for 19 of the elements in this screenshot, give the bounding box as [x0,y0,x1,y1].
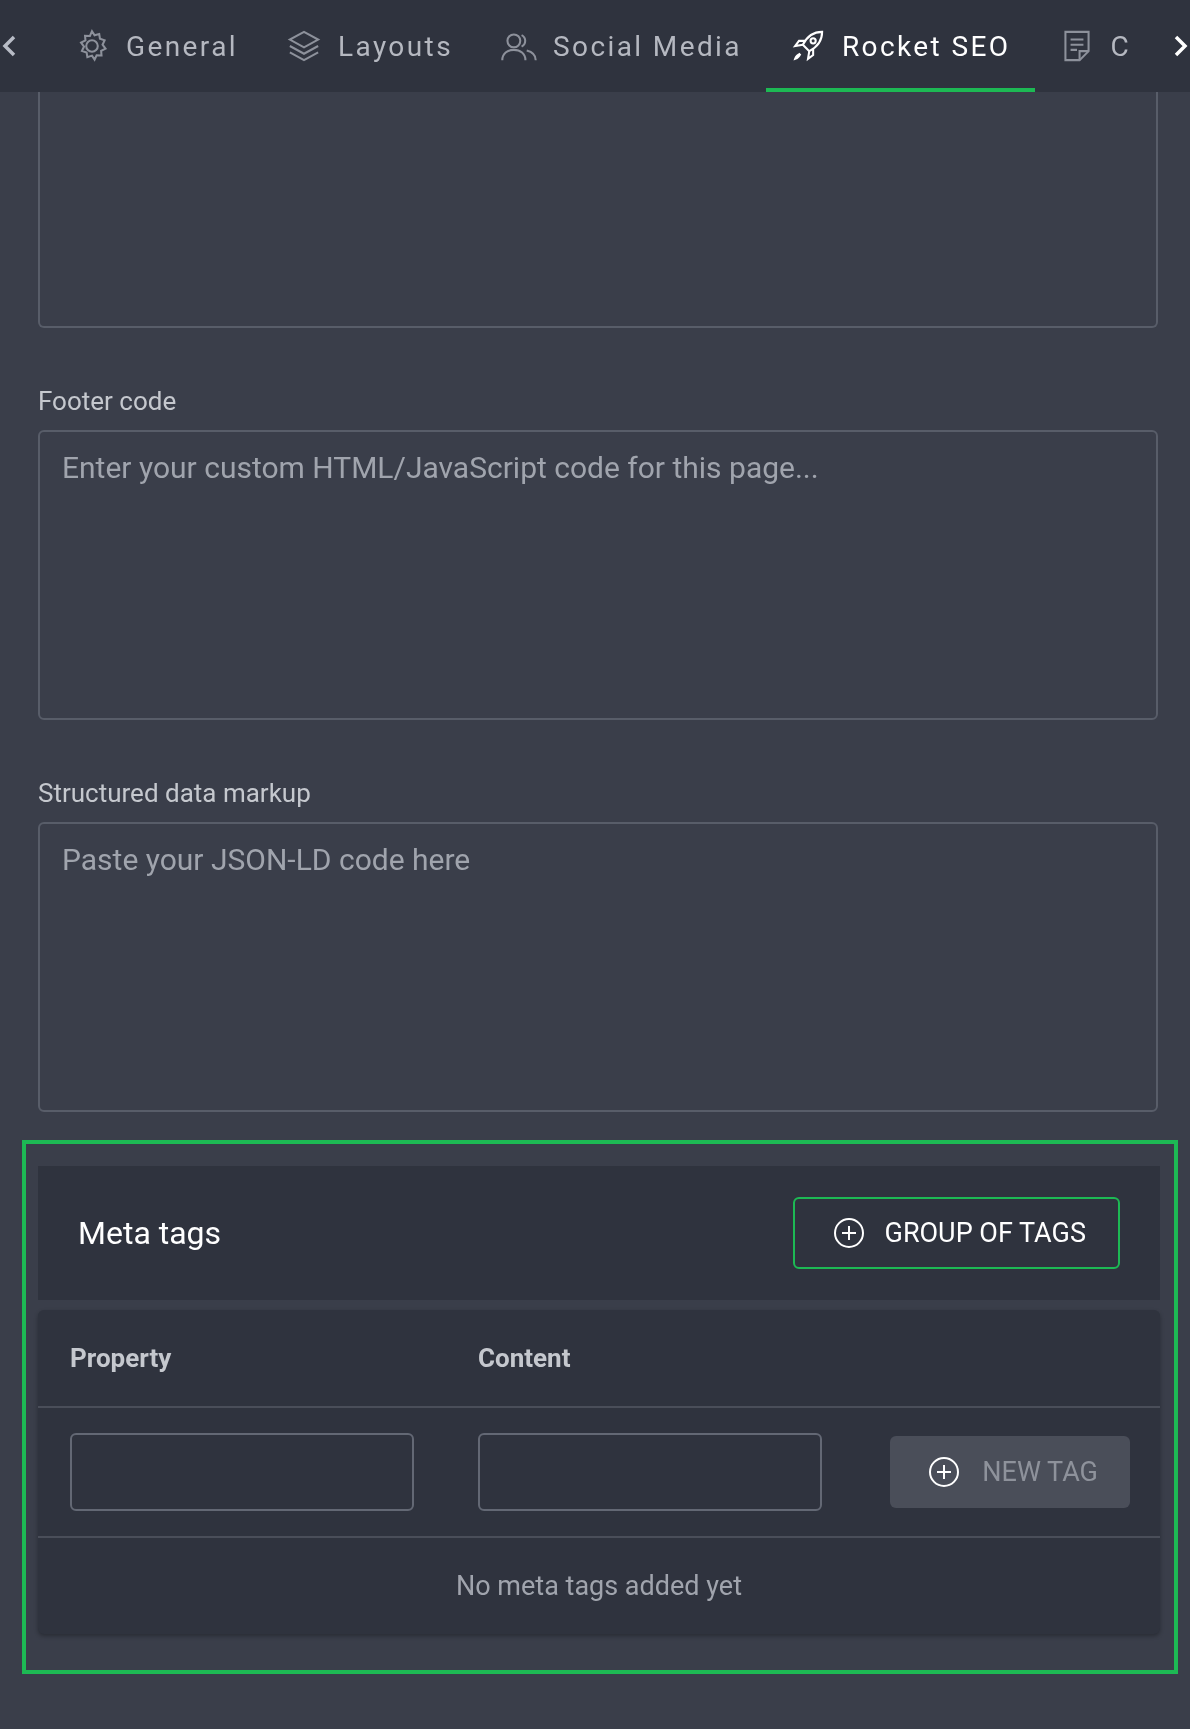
field-label: Structured data markup [38,778,312,808]
input-field[interactable] [478,1433,822,1511]
layers-icon [286,28,322,64]
tab[interactable]: C [1034,0,1156,92]
column-header: Property [70,1343,173,1373]
column-header: Content [478,1343,572,1373]
group-of-tags-button[interactable]: GROUP OF TAGS [792,1197,1120,1269]
code-field[interactable]: Enter your custom HTML/JavaScript code for this page... [38,430,1158,720]
code-field[interactable]: Paste your JSON-LD code here [38,822,1158,1112]
tab[interactable]: Social Media [477,0,766,92]
empty-message: No meta tags added yet [456,1570,742,1602]
plus-icon [928,1456,961,1488]
plus-icon [832,1217,865,1249]
tab[interactable]: General [50,0,262,92]
section-title: Meta tags [78,1214,222,1252]
tab[interactable]: Rocket SEO [765,0,1035,92]
input-field[interactable] [70,1433,414,1511]
field-label: Footer code [38,386,178,416]
tab[interactable]: Layouts [262,0,477,92]
